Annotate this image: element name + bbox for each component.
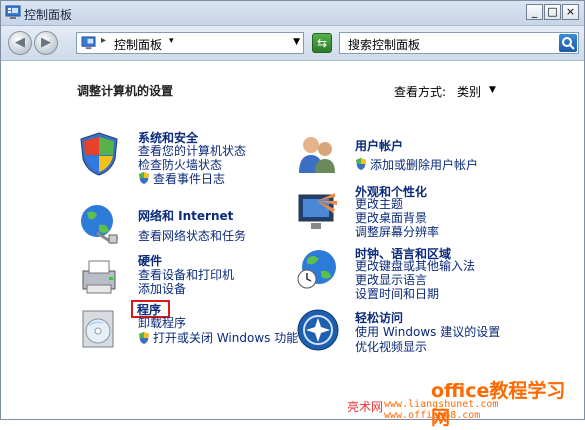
forward-button[interactable]: ▶ bbox=[34, 31, 58, 55]
page-title: 调整计算机的设置 bbox=[77, 84, 174, 98]
control-panel-window: 控制面板 _ □ × ◀ ▶ ▸ 控制面板 ▾ ▼ ⇆ 搜索控制面板 调整计算机… bbox=[0, 0, 585, 429]
navigation-toolbar: ◀ ▶ ▸ 控制面板 ▾ ▼ ⇆ 搜索控制面板 bbox=[1, 26, 584, 61]
link-set-date-time[interactable]: 设置时间和日期 bbox=[355, 287, 439, 301]
security-shield-icon[interactable] bbox=[77, 131, 121, 177]
breadcrumb-separator-icon[interactable]: ▸ bbox=[101, 35, 106, 46]
uac-shield-icon bbox=[139, 172, 149, 184]
breadcrumb-control-panel[interactable]: 控制面板 bbox=[114, 36, 162, 53]
link-change-desktop-background[interactable]: 更改桌面背景 bbox=[355, 211, 427, 225]
address-bar[interactable]: ▸ 控制面板 ▾ ▼ bbox=[76, 32, 304, 54]
link-check-firewall[interactable]: 检查防火墙状态 bbox=[138, 158, 222, 172]
users-icon[interactable] bbox=[295, 133, 341, 175]
clock-globe-icon[interactable] bbox=[295, 245, 341, 291]
close-button[interactable]: × bbox=[562, 4, 579, 20]
programs-cd-icon[interactable] bbox=[77, 307, 123, 351]
watermark-urls: www.liangshunet.com www.office68.com bbox=[384, 399, 499, 421]
title-bar: 控制面板 _ □ × bbox=[1, 1, 584, 26]
minimize-button[interactable]: _ bbox=[526, 4, 543, 20]
monitor-icon[interactable] bbox=[295, 189, 341, 233]
link-add-device[interactable]: 添加设备 bbox=[138, 282, 186, 296]
control-panel-content: 调整计算机的设置 查看方式: 类别 ▼ 系统和安全 查看您的计算机状态 检查防火… bbox=[1, 61, 584, 419]
category-ease-of-access[interactable]: 轻松访问 bbox=[355, 309, 403, 326]
link-change-display-language[interactable]: 更改显示语言 bbox=[355, 273, 427, 287]
network-globe-icon[interactable] bbox=[77, 201, 121, 245]
uac-shield-icon bbox=[356, 158, 366, 170]
link-adjust-resolution[interactable]: 调整屏幕分辨率 bbox=[355, 225, 439, 239]
link-view-computer-status[interactable]: 查看您的计算机状态 bbox=[138, 144, 246, 158]
category-user-accounts[interactable]: 用户帐户 bbox=[355, 137, 403, 154]
control-panel-icon bbox=[81, 36, 96, 50]
window-title: 控制面板 bbox=[24, 8, 73, 22]
link-view-event-logs[interactable]: 查看事件日志 bbox=[153, 172, 225, 186]
view-by-label: 查看方式: bbox=[394, 85, 447, 99]
search-input[interactable]: 搜索控制面板 bbox=[348, 36, 420, 53]
search-icon bbox=[562, 37, 575, 50]
link-change-theme[interactable]: 更改主题 bbox=[355, 197, 403, 211]
view-by-chevron-down-icon[interactable]: ▼ bbox=[489, 85, 496, 95]
control-panel-icon bbox=[5, 5, 21, 19]
uac-shield-icon bbox=[139, 332, 149, 344]
link-windows-recommended-settings[interactable]: 使用 Windows 建议的设置 bbox=[355, 325, 500, 339]
link-add-remove-user[interactable]: 添加或删除用户帐户 bbox=[370, 158, 478, 172]
search-button[interactable] bbox=[559, 34, 577, 52]
ease-of-access-icon[interactable] bbox=[295, 307, 341, 353]
link-view-network-status[interactable]: 查看网络状态和任务 bbox=[138, 229, 246, 243]
watermark-brand: 亮术网 bbox=[347, 400, 384, 414]
link-windows-features[interactable]: 打开或关闭 Windows 功能 bbox=[153, 331, 298, 345]
link-change-keyboard[interactable]: 更改键盘或其他输入法 bbox=[355, 259, 475, 273]
category-network-internet[interactable]: 网络和 Internet bbox=[138, 207, 233, 224]
maximize-button[interactable]: □ bbox=[544, 4, 561, 20]
search-box[interactable]: 搜索控制面板 bbox=[339, 32, 579, 54]
refresh-button[interactable]: ⇆ bbox=[312, 33, 332, 53]
breadcrumb-chevron-down-icon[interactable]: ▾ bbox=[169, 36, 174, 46]
link-optimize-video[interactable]: 优化视频显示 bbox=[355, 340, 427, 354]
link-uninstall-program[interactable]: 卸载程序 bbox=[138, 316, 186, 330]
category-hardware[interactable]: 硬件 bbox=[138, 252, 162, 269]
link-view-devices-printers[interactable]: 查看设备和打印机 bbox=[138, 268, 234, 282]
address-history-dropdown-icon[interactable]: ▼ bbox=[293, 37, 300, 47]
printer-icon[interactable] bbox=[77, 255, 123, 299]
back-button[interactable]: ◀ bbox=[8, 31, 32, 55]
view-by-dropdown[interactable]: 类别 bbox=[457, 83, 481, 100]
